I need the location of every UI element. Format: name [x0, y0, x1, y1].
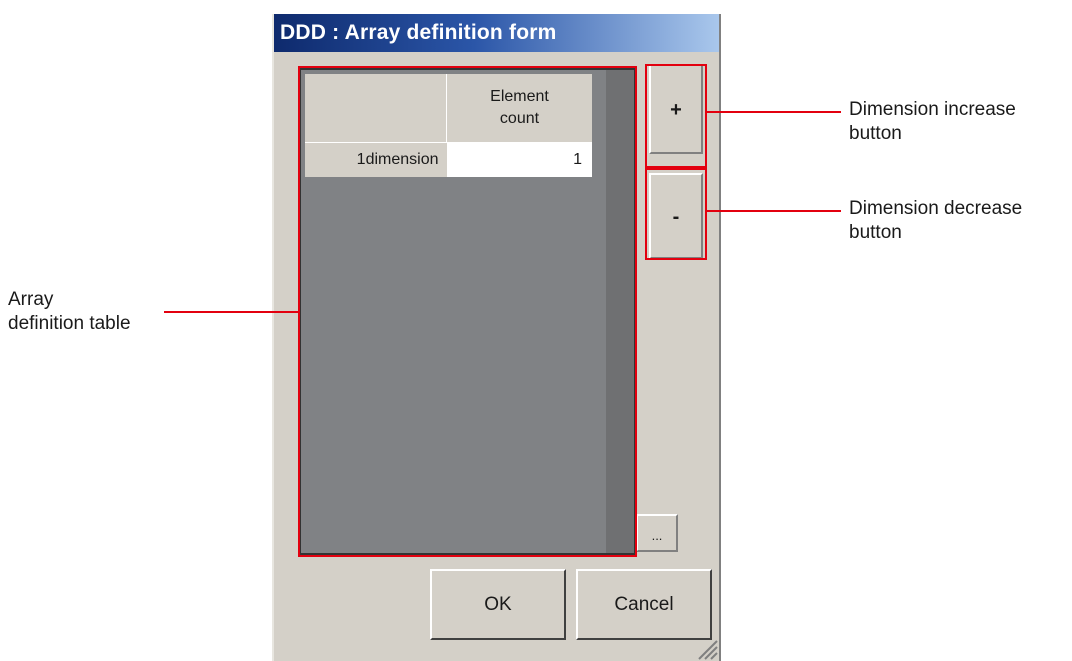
callout-decrease-line-1: Dimension decrease [849, 198, 1023, 219]
callout-increase-line-2: button [849, 123, 902, 144]
cancel-button[interactable]: Cancel [576, 569, 712, 640]
callout-decrease: Dimension decrease button [849, 197, 1022, 245]
callout-decrease-line-2: button [849, 222, 902, 243]
callout-table-line-1: Array [8, 289, 54, 310]
increase-highlight [645, 64, 707, 168]
callout-increase: Dimension increase button [849, 98, 1016, 146]
decrease-leader-line [707, 210, 841, 212]
table-leader-line [164, 311, 298, 313]
decrease-highlight [645, 168, 707, 260]
resize-grip-icon[interactable] [693, 635, 719, 661]
callout-table-line-2: definition table [8, 313, 131, 334]
callout-increase-line-1: Dimension increase [849, 99, 1016, 120]
callout-table: Array definition table [8, 288, 131, 336]
increase-leader-line [707, 111, 841, 113]
table-highlight [298, 66, 637, 557]
ok-button[interactable]: OK [430, 569, 566, 640]
dialog-title: DDD : Array definition form [274, 14, 719, 52]
browse-button[interactable]: ... [636, 514, 678, 552]
